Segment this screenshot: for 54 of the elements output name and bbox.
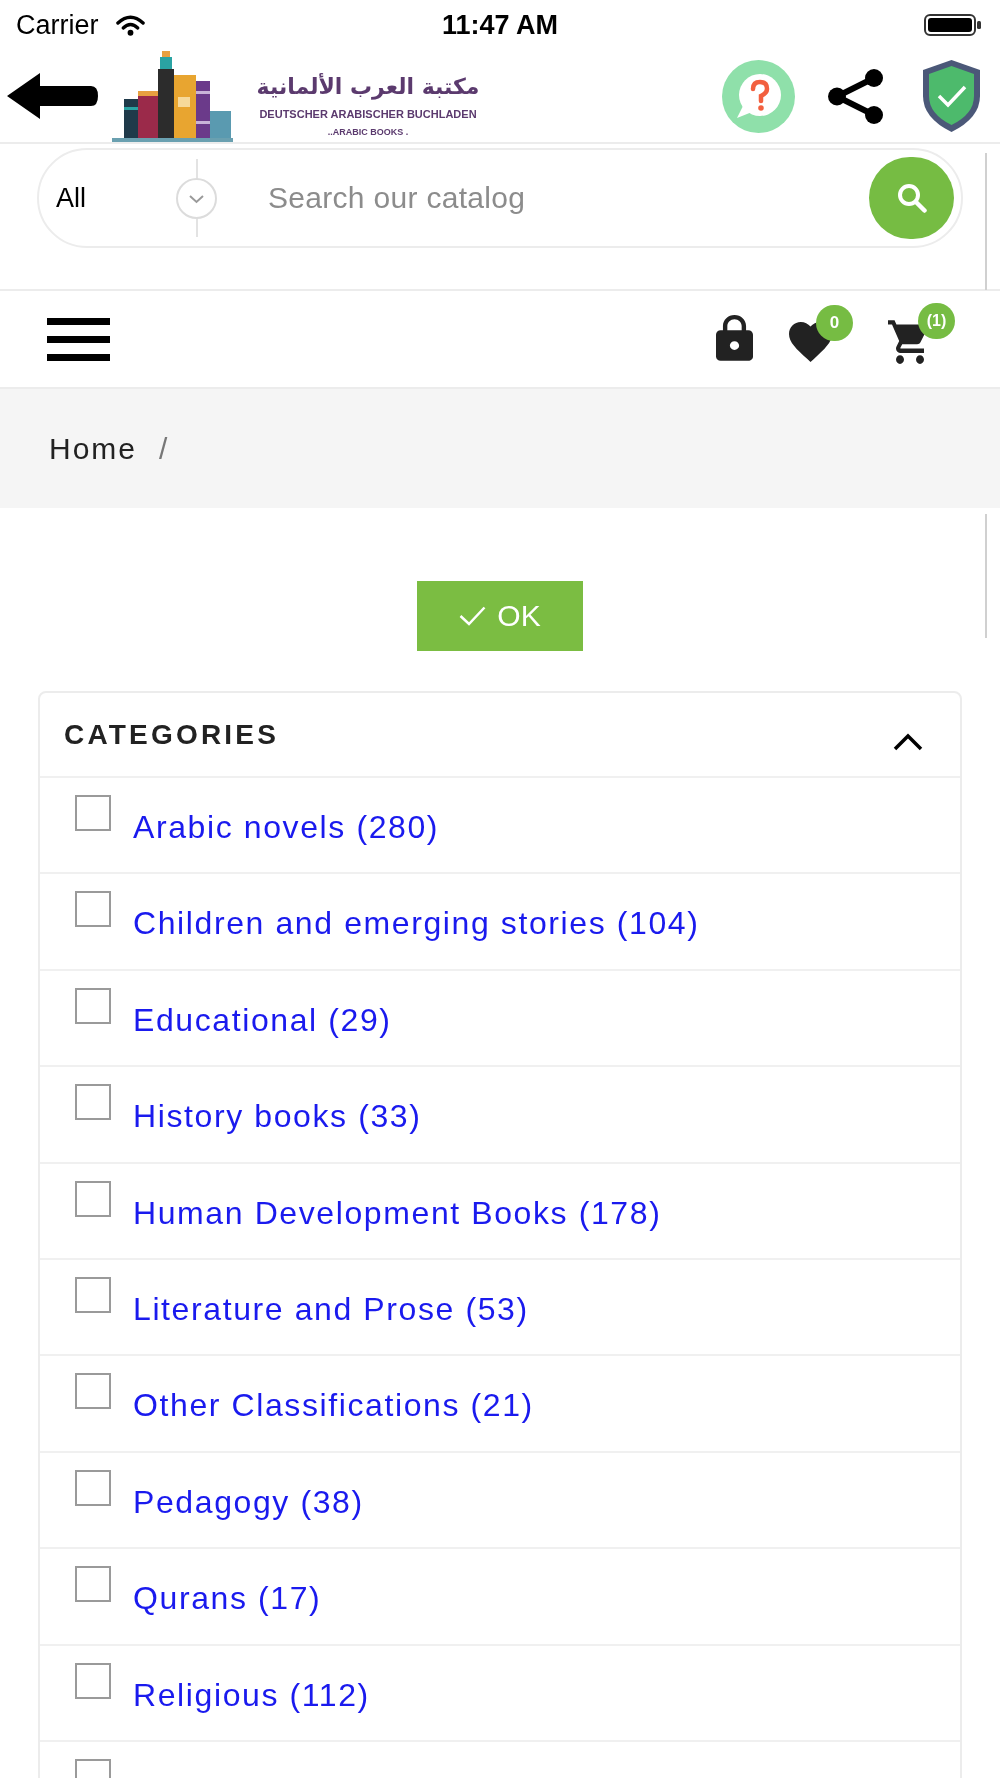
wifi-icon <box>115 14 145 36</box>
category-link[interactable]: Children and emerging stories (104) <box>133 904 700 943</box>
search-field[interactable]: Search our catalog <box>268 168 869 228</box>
menu-button[interactable] <box>47 317 110 361</box>
checkbox[interactable] <box>75 1662 111 1699</box>
checkbox[interactable] <box>75 1373 111 1410</box>
help-button[interactable] <box>722 59 795 133</box>
wishlist-count-badge: 0 <box>816 305 853 341</box>
cart-count-badge: (1) <box>918 303 955 339</box>
checkbox[interactable] <box>75 1276 111 1313</box>
category-link[interactable]: Pedagogy (38) <box>133 1482 364 1521</box>
collapse-toggle[interactable] <box>893 732 923 751</box>
category-link[interactable]: Qurans (17) <box>133 1579 322 1618</box>
account-button[interactable] <box>716 315 753 363</box>
share-button[interactable] <box>827 68 884 124</box>
checkbox[interactable] <box>75 795 111 831</box>
search-bar[interactable]: All Search our catalog <box>37 148 963 248</box>
menu-icon <box>47 317 110 361</box>
category-link[interactable]: Arabic novels (280) <box>133 808 440 846</box>
chevron-up-icon <box>893 732 923 751</box>
share-icon <box>827 68 884 124</box>
logo-german-name: DEUTSCHER ARABISCHER BUCHLADEN <box>259 108 477 121</box>
back-arrow-icon <box>6 72 99 120</box>
search-icon <box>896 183 927 213</box>
categories-heading: CATEGORIES <box>64 717 280 752</box>
category-link[interactable]: History books (33) <box>133 1097 422 1136</box>
checkbox[interactable] <box>75 1180 111 1217</box>
carrier-name: Carrier <box>16 9 99 41</box>
back-button[interactable] <box>6 72 99 120</box>
category-select[interactable]: All <box>39 150 217 246</box>
breadcrumb-separator: / <box>159 430 168 467</box>
logo-arabic-name: مكتبة العرب الألمانية <box>256 72 480 102</box>
category-link[interactable]: Literature and Prose (53) <box>133 1289 529 1328</box>
category-link[interactable]: Religious (112) <box>133 1675 370 1714</box>
search-button[interactable] <box>869 157 954 239</box>
category-link[interactable]: Human Development Books (178) <box>133 1193 662 1232</box>
checkbox[interactable] <box>75 891 111 928</box>
checkbox[interactable] <box>75 1566 111 1603</box>
security-button[interactable] <box>923 60 980 132</box>
checkbox[interactable] <box>75 987 111 1024</box>
lock-icon <box>716 315 753 363</box>
clock-time: 11:47 AM <box>441 9 559 41</box>
bookshelf-logo-icon <box>112 51 233 142</box>
battery-icon <box>924 14 982 36</box>
breadcrumb-link[interactable]: Home <box>49 430 138 467</box>
logo-tagline: ..ARABIC BOOKS . <box>327 127 409 138</box>
help-chat-icon <box>722 59 795 133</box>
dropdown-chevron-icon <box>176 177 217 219</box>
checkbox[interactable] <box>75 1469 111 1506</box>
checkmark-icon <box>459 606 487 626</box>
shield-check-icon <box>923 60 980 132</box>
category-link[interactable]: Educational (29) <box>133 1000 392 1039</box>
checkbox[interactable] <box>75 1084 111 1121</box>
category-link[interactable]: Other Classifications (21) <box>133 1386 534 1425</box>
